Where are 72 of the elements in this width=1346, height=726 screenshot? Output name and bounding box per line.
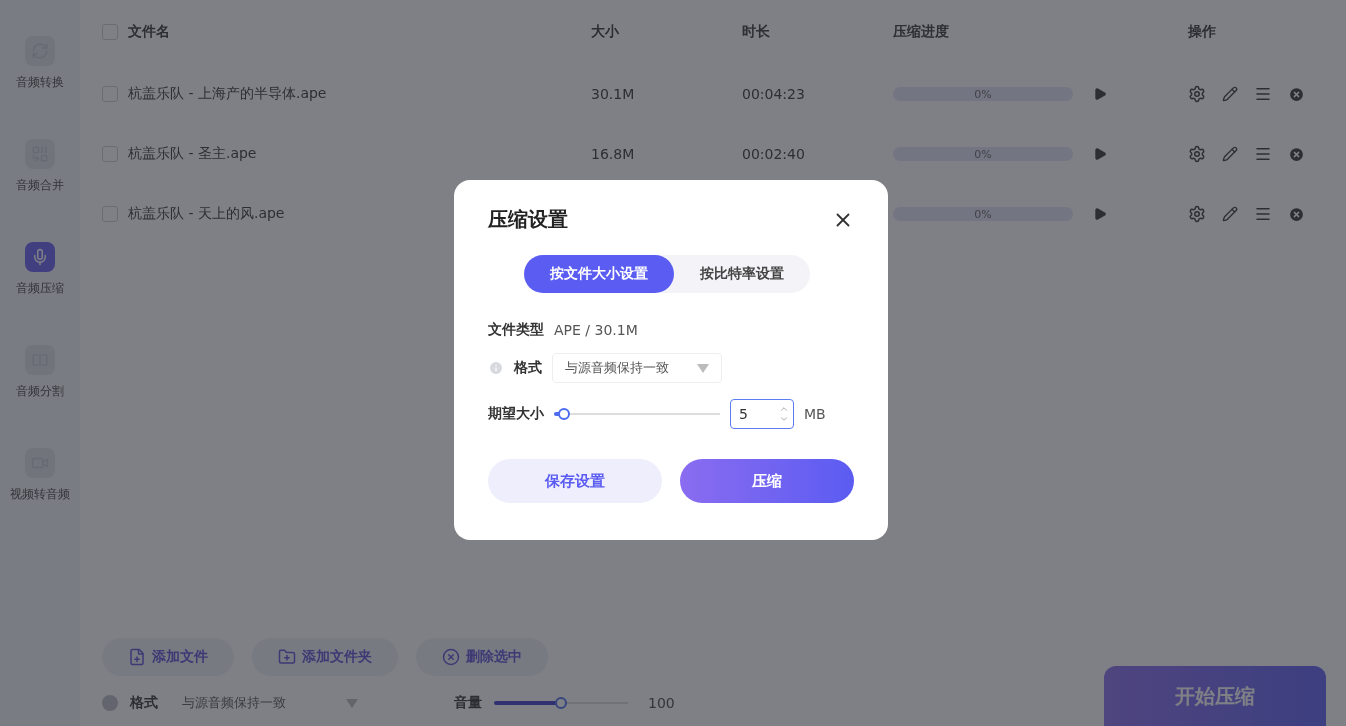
gear-icon [1188, 85, 1206, 103]
sidebar-item[interactable]: 音频压缩 [16, 242, 64, 297]
column-header: 文件名 [128, 23, 171, 41]
sidebar-item[interactable]: 音频合并 [16, 139, 64, 194]
file-plus-icon [128, 648, 146, 666]
file-name: 杭盖乐队 - 上海产的半导体.ape [128, 85, 327, 103]
pencil-icon [1222, 206, 1238, 222]
file-size: 30.1M [591, 86, 635, 102]
folder-plus-icon [278, 648, 296, 666]
size-slider[interactable] [554, 408, 720, 420]
circle-x-icon [442, 648, 460, 666]
dialog-button[interactable]: 保存设置 [488, 459, 662, 503]
pencil-button[interactable] [1222, 86, 1238, 102]
toolbar-button[interactable]: 添加文件夹 [252, 638, 398, 676]
pencil-button[interactable] [1222, 206, 1238, 222]
play-icon [1093, 87, 1107, 101]
close-icon [1288, 145, 1305, 163]
column-header: 时长 [742, 23, 771, 41]
tab[interactable]: 按比特率设置 [674, 255, 810, 293]
gear-icon [1188, 145, 1206, 163]
unit-label: MB [804, 406, 826, 422]
file-type-value: APE / 30.1M [554, 322, 638, 338]
sidebar-item[interactable]: 音频转换 [16, 36, 64, 91]
play-icon [1093, 207, 1107, 221]
dialog-button[interactable]: 压缩 [680, 459, 854, 503]
caret-icon [346, 698, 358, 708]
volume-reading: 100 [648, 695, 675, 711]
pencil-icon [1222, 146, 1238, 162]
column-header: 大小 [591, 23, 620, 41]
format-label: 格式 [130, 694, 158, 712]
size-input[interactable]: 5 [730, 399, 794, 429]
menu-icon [1254, 85, 1272, 103]
file-size: 16.8M [591, 146, 635, 162]
file-duration: 00:04:23 [742, 86, 805, 102]
column-header: 压缩进度 [893, 23, 950, 41]
column-header: 操作 [1188, 23, 1217, 41]
close-icon [1288, 85, 1305, 103]
progress-bar: 0% [893, 87, 1073, 101]
toolbar-button[interactable]: 添加文件 [102, 638, 234, 676]
progress-bar: 0% [893, 207, 1073, 221]
pencil-icon [1222, 86, 1238, 102]
menu-button[interactable] [1254, 145, 1272, 163]
menu-button[interactable] [1254, 205, 1272, 223]
settings-button[interactable] [1188, 85, 1206, 103]
info-icon [488, 360, 504, 376]
file-duration: 00:02:40 [742, 146, 805, 162]
close-icon [1288, 205, 1305, 223]
file-type-label: 文件类型 [488, 321, 544, 339]
sidebar-item[interactable]: 视频转音频 [10, 448, 70, 503]
info-icon [102, 695, 118, 711]
menu-icon [1254, 205, 1272, 223]
volume-label: 音量 [454, 694, 482, 712]
gear-icon [1188, 205, 1206, 223]
volume-slider[interactable] [494, 697, 628, 709]
play-icon [1093, 147, 1107, 161]
target-size-label: 期望大小 [488, 405, 544, 423]
settings-button[interactable] [1188, 205, 1206, 223]
menu-icon [1254, 145, 1272, 163]
dialog-title: 压缩设置 [488, 206, 568, 233]
pencil-button[interactable] [1222, 146, 1238, 162]
menu-button[interactable] [1254, 85, 1272, 103]
format-label: 格式 [514, 359, 542, 377]
format-dropdown[interactable]: 与源音频保持一致 [552, 353, 722, 383]
sidebar-icon [25, 242, 55, 272]
tab[interactable]: 按文件大小设置 [524, 255, 674, 293]
file-name: 杭盖乐队 - 天上的风.ape [128, 205, 285, 223]
file-name: 杭盖乐队 - 圣主.ape [128, 145, 257, 163]
sidebar-item[interactable]: 音频分割 [16, 345, 64, 400]
toolbar-button[interactable]: 删除选中 [416, 638, 548, 676]
caret-icon [697, 363, 709, 373]
settings-button[interactable] [1188, 145, 1206, 163]
progress-bar: 0% [893, 147, 1073, 161]
